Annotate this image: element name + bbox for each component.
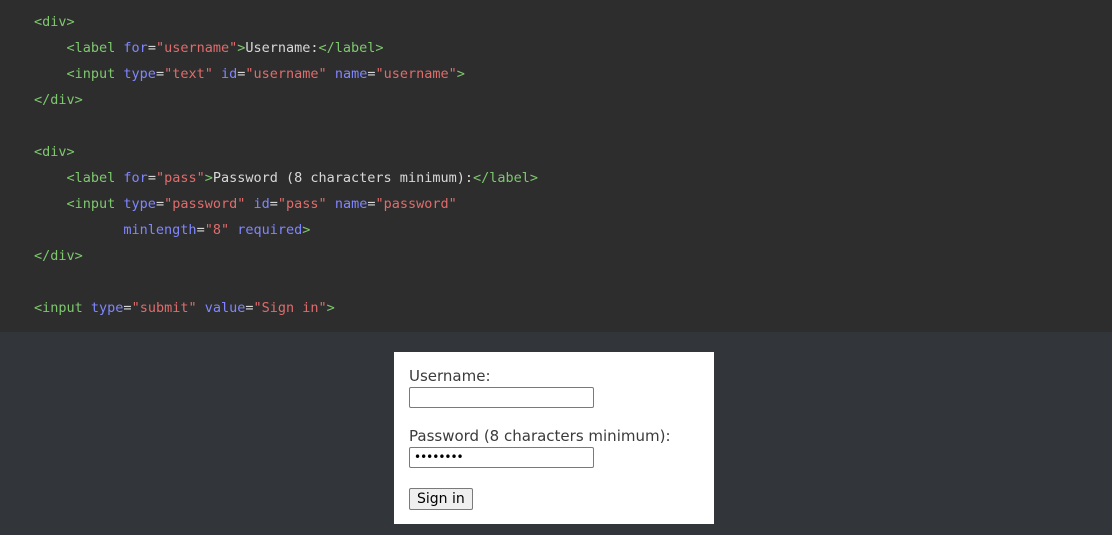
code-token: > xyxy=(302,222,311,238)
code-line: <label for="username">Username:</label> xyxy=(34,35,538,61)
code-token: <input xyxy=(66,196,124,212)
code-token: Username: xyxy=(245,40,319,56)
code-token: = xyxy=(147,40,156,56)
code-token: > xyxy=(204,170,213,186)
code-token: id xyxy=(253,196,270,212)
code-token: "Sign in" xyxy=(253,300,327,316)
code-token: "username" xyxy=(245,66,327,82)
code-token: = xyxy=(155,66,165,82)
code-token: "pass" xyxy=(277,196,327,212)
code-token: Password (8 characters minimum): xyxy=(212,170,473,186)
code-token: "8" xyxy=(204,222,230,238)
code-line: </div> xyxy=(34,87,538,113)
code-line: minlength="8" required> xyxy=(34,217,538,243)
code-line: <div> xyxy=(34,9,538,35)
code-line: </div> xyxy=(34,243,538,269)
password-input[interactable]: •••••••• xyxy=(409,447,594,468)
code-token: </div> xyxy=(34,248,83,264)
code-token: name xyxy=(334,196,368,212)
code-token: <div> xyxy=(34,14,75,30)
code-line: <input type="password" id="pass" name="p… xyxy=(34,191,538,217)
code-token: = xyxy=(155,196,165,212)
password-label: Password (8 characters minimum): xyxy=(409,427,671,445)
code-panel: <div> <label for="username">Username:</l… xyxy=(0,0,1112,332)
code-token: minlength xyxy=(123,222,197,238)
code-token: name xyxy=(334,66,368,82)
code-line: <input type="text" id="username" name="u… xyxy=(34,61,538,87)
code-token: = xyxy=(269,196,278,212)
code-line: <input type="submit" value="Sign in"> xyxy=(34,295,538,321)
code-token: value xyxy=(204,300,246,316)
code-token: "text" xyxy=(164,66,213,82)
code-token: for xyxy=(123,40,148,56)
code-token: </div> xyxy=(34,92,83,108)
code-token: > xyxy=(456,66,465,82)
code-line: <div> xyxy=(34,139,538,165)
code-token: required xyxy=(237,222,303,238)
code-token: </label> xyxy=(318,40,384,56)
code-token: "submit" xyxy=(131,300,197,316)
code-token: "username" xyxy=(155,40,238,56)
code-token: type xyxy=(123,66,156,82)
code-token: for xyxy=(123,170,148,186)
code-token: <div> xyxy=(34,144,75,160)
username-label: Username: xyxy=(409,367,491,385)
code-token: id xyxy=(221,66,238,82)
code-token: type xyxy=(90,300,124,316)
code-token: <label xyxy=(66,40,124,56)
code-token: </label> xyxy=(472,170,538,186)
code-token: = xyxy=(147,170,156,186)
code-token: > xyxy=(326,300,335,316)
code-token: <label xyxy=(66,170,124,186)
code-token: <input xyxy=(66,66,124,82)
code-token: = xyxy=(245,300,254,316)
code-token: = xyxy=(196,222,205,238)
code-token: <input xyxy=(34,300,91,316)
code-token: "pass" xyxy=(155,170,205,186)
code-token: "password" xyxy=(164,196,246,212)
rendered-form: Username: Password (8 characters minimum… xyxy=(394,352,714,524)
username-input[interactable] xyxy=(409,387,594,408)
code-token: "password" xyxy=(375,196,457,212)
code-block: <div> <label for="username">Username:</l… xyxy=(34,9,538,321)
sign-in-button[interactable]: Sign in xyxy=(409,488,473,510)
code-token: type xyxy=(123,196,156,212)
code-token: = xyxy=(123,300,132,316)
code-token: "username" xyxy=(375,66,457,82)
code-line: <label for="pass">Password (8 characters… xyxy=(34,165,538,191)
